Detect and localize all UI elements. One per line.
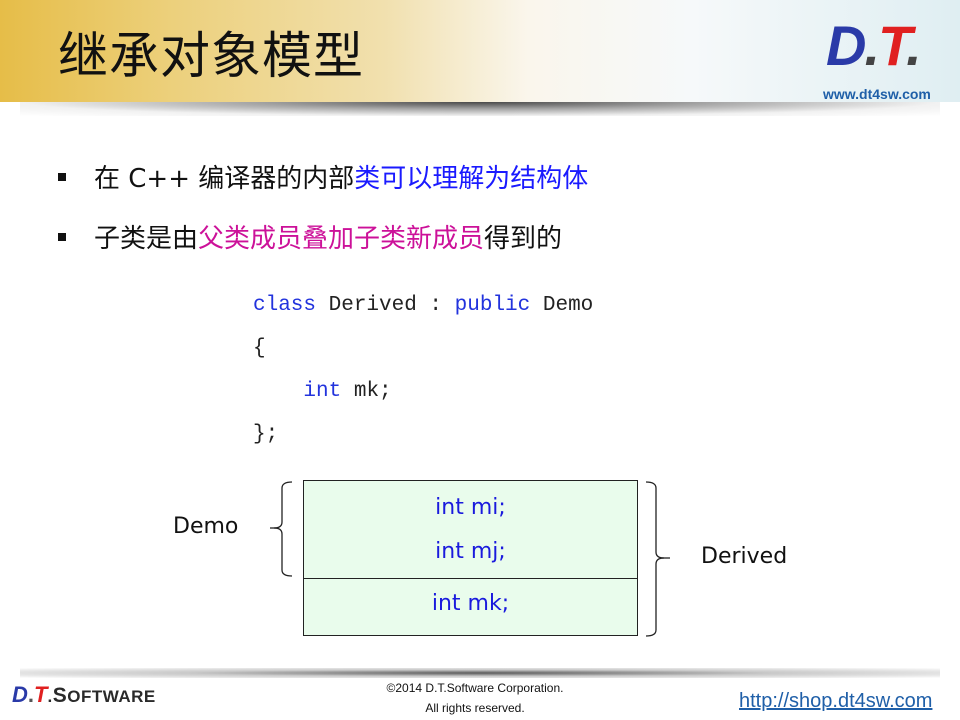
bullet-highlight-text: 父类成员叠加子类新成员: [198, 224, 485, 254]
code-line-2: {: [253, 337, 266, 360]
bullet-text: 子类是由: [94, 224, 199, 254]
class-name: Derived :: [316, 294, 455, 317]
header-shadow: [0, 102, 960, 130]
footer-shadow: [20, 668, 940, 678]
logo-dot: .: [906, 14, 922, 77]
derived-brace-icon: [645, 481, 670, 637]
bullet-square-icon: [58, 172, 66, 181]
logo-oftware: OFTWARE: [67, 687, 156, 706]
field-mk: int mk;: [431, 591, 510, 616]
demo-label: Demo: [173, 514, 239, 539]
member-decl: mk;: [341, 380, 392, 403]
bullet-text: 在 C++ 编译器的内部: [94, 164, 355, 194]
base-class-name: Demo: [530, 294, 594, 317]
bullet-item-2: 子类是由父类成员叠加子类新成员得到的: [58, 218, 562, 255]
bullet-item-1: 在 C++ 编译器的内部类可以理解为结构体: [58, 158, 588, 195]
layout-divider: [304, 578, 637, 579]
memory-layout-box: int mi; int mj; int mk;: [303, 480, 638, 636]
logo-letter-t: T: [34, 682, 48, 707]
dt-logo: D.T.: [826, 18, 922, 74]
copyright-line-2: All rights reserved.: [425, 701, 525, 715]
keyword-public: public: [454, 294, 531, 317]
dt-software-logo: D.T.SOFTWARE: [12, 682, 156, 707]
logo-letter-d: D: [826, 14, 866, 77]
field-mi: int mi;: [435, 495, 506, 520]
field-mj: int mj;: [435, 539, 506, 564]
code-line-1: class Derived : public Demo: [253, 294, 593, 317]
derived-label: Derived: [701, 544, 788, 569]
keyword-class: class: [253, 294, 317, 317]
logo-software-text: .SOFTWARE: [47, 684, 156, 707]
bullet-text: 得到的: [484, 224, 563, 254]
code-line-3: int mk;: [253, 380, 392, 403]
bullet-square-icon: [58, 232, 66, 241]
bullet-highlight-text: 类可以理解为结构体: [354, 164, 589, 194]
demo-brace-icon: [270, 481, 293, 577]
slide-title: 继承对象模型: [58, 27, 364, 85]
logo-letter-t: T: [878, 14, 908, 77]
code-line-4: };: [253, 423, 279, 446]
logo-url: www.dt4sw.com: [823, 86, 931, 102]
keyword-int: int: [303, 380, 342, 403]
copyright-line-1: ©2014 D.T.Software Corporation.: [386, 681, 564, 695]
logo-letter-d: D: [12, 682, 28, 707]
logo-s: S: [52, 684, 68, 707]
logo-dot: .: [864, 14, 880, 77]
code-block: class Derived : public Demo { int mk; };: [253, 284, 593, 456]
shop-link[interactable]: http://shop.dt4sw.com: [739, 690, 932, 713]
